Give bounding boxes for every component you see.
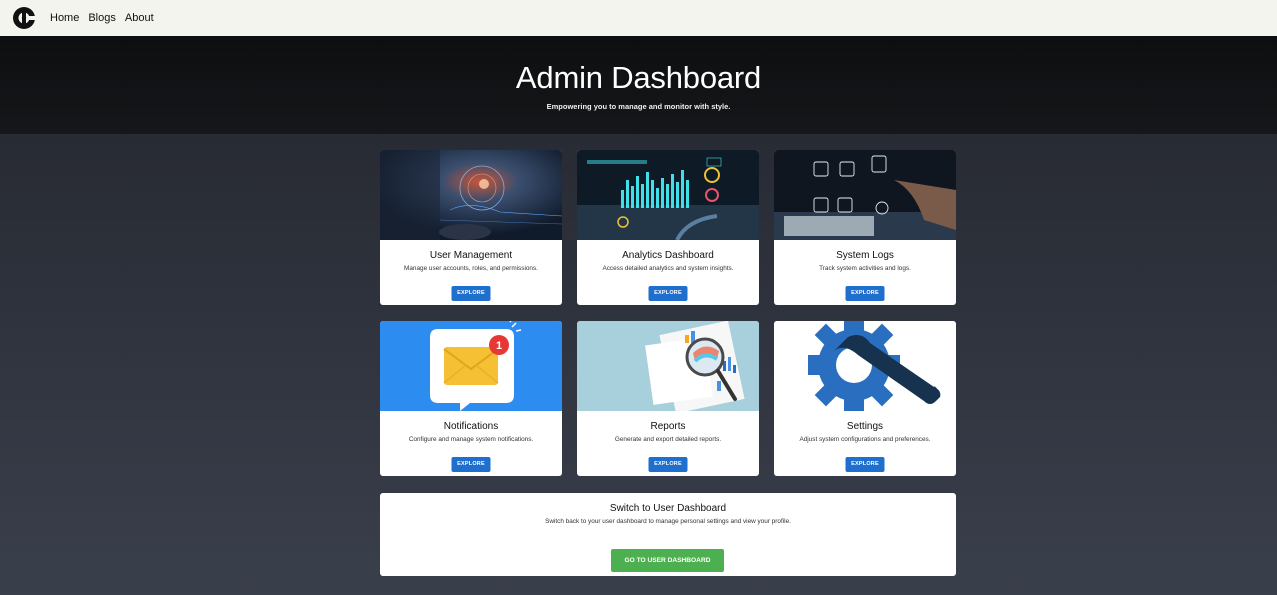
hero-banner: Admin Dashboard Empowering you to manage… <box>0 36 1277 134</box>
explore-button[interactable]: EXPLORE <box>451 286 491 301</box>
card-description: Access detailed analytics and system ins… <box>602 265 734 272</box>
nav-blogs-link[interactable]: Blogs <box>88 12 116 24</box>
card-title: System Logs <box>836 250 894 261</box>
explore-button[interactable]: EXPLORE <box>648 286 688 301</box>
go-to-user-dashboard-button[interactable]: GO TO USER DASHBOARD <box>611 549 724 572</box>
card-reports: Reports Generate and export detailed rep… <box>577 321 759 476</box>
system-logs-image <box>774 150 956 240</box>
card-description: Manage user accounts, roles, and permiss… <box>404 265 538 272</box>
card-title: Settings <box>846 421 884 432</box>
reports-image <box>577 321 759 411</box>
settings-gear-image <box>774 321 956 411</box>
explore-button[interactable]: EXPLORE <box>648 457 688 472</box>
explore-button[interactable]: EXPLORE <box>845 457 885 472</box>
card-title: Notifications <box>443 421 499 432</box>
card-description: Track system activities and logs. <box>819 265 911 272</box>
notification-bell-image: 1 <box>380 321 562 411</box>
card-system-logs: System Logs Track system activities and … <box>774 150 956 305</box>
card-analytics-dashboard: Analytics Dashboard Access detailed anal… <box>577 150 759 305</box>
logo-icon[interactable] <box>12 6 36 30</box>
card-description: Generate and export detailed reports. <box>614 436 722 443</box>
card-title: Reports <box>650 421 686 432</box>
user-management-image <box>380 150 562 240</box>
switch-dashboard-card: Switch to User Dashboard Switch back to … <box>380 493 956 576</box>
card-notifications: 1 Notifications Configure and manage sys… <box>380 321 562 476</box>
card-settings: Settings Adjust system configurations an… <box>774 321 956 476</box>
switch-description: Switch back to your user dashboard to ma… <box>545 518 791 525</box>
card-title: User Management <box>429 250 513 261</box>
notification-badge: 1 <box>496 340 502 352</box>
nav-about-link[interactable]: About <box>125 12 154 24</box>
page-subtitle: Empowering you to manage and monitor wit… <box>546 102 731 111</box>
card-description: Adjust system configurations and prefere… <box>799 436 931 443</box>
explore-button[interactable]: EXPLORE <box>451 457 491 472</box>
page-title: Admin Dashboard <box>515 60 762 95</box>
card-description: Configure and manage system notification… <box>408 436 534 443</box>
navbar: Home Blogs About <box>0 0 1277 36</box>
switch-title: Switch to User Dashboard <box>609 503 727 514</box>
card-title: Analytics Dashboard <box>622 250 714 261</box>
nav-home-link[interactable]: Home <box>50 12 79 24</box>
card-user-management: User Management Manage user accounts, ro… <box>380 150 562 305</box>
explore-button[interactable]: EXPLORE <box>845 286 885 301</box>
analytics-dashboard-image <box>577 150 759 240</box>
